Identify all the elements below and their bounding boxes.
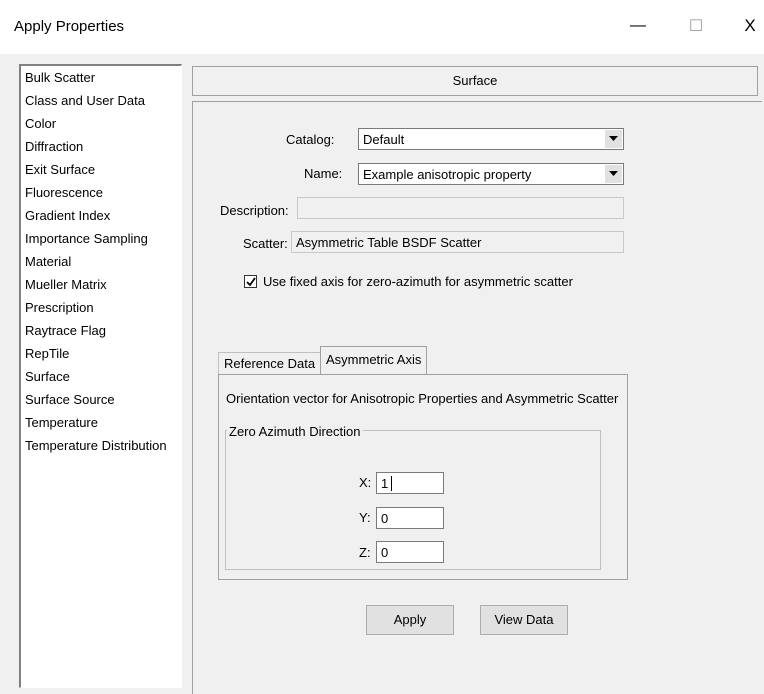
orientation-description: Orientation vector for Anisotropic Prope… bbox=[226, 391, 619, 406]
list-item-class-user-data[interactable]: Class and User Data bbox=[25, 93, 145, 109]
y-label: Y: bbox=[359, 510, 371, 525]
section-header: Surface bbox=[192, 66, 758, 96]
list-item-material[interactable]: Material bbox=[25, 254, 71, 270]
tab-asymmetric-axis[interactable]: Asymmetric Axis bbox=[320, 346, 428, 375]
x-input[interactable]: 1 bbox=[376, 472, 444, 494]
y-value: 0 bbox=[381, 511, 389, 526]
text-cursor bbox=[391, 476, 392, 491]
description-label: Description: bbox=[220, 203, 289, 218]
minimize-button[interactable]: — bbox=[618, 10, 658, 42]
list-item-reptile[interactable]: RepTile bbox=[25, 346, 69, 362]
name-value: Example anisotropic property bbox=[363, 167, 532, 182]
tab-reference-data[interactable]: Reference Data bbox=[218, 352, 322, 374]
chevron-down-icon bbox=[605, 130, 622, 148]
list-item-mueller-matrix[interactable]: Mueller Matrix bbox=[25, 277, 107, 293]
scatter-field: Asymmetric Table BSDF Scatter bbox=[291, 231, 624, 253]
fixed-axis-label[interactable]: Use fixed axis for zero-azimuth for asym… bbox=[263, 274, 573, 289]
list-item-bulk-scatter[interactable]: Bulk Scatter bbox=[25, 70, 95, 86]
catalog-dropdown[interactable]: Default bbox=[358, 128, 624, 150]
check-icon bbox=[245, 276, 256, 286]
list-item-color[interactable]: Color bbox=[25, 116, 56, 132]
minimize-icon: — bbox=[630, 17, 646, 34]
close-button[interactable]: X bbox=[730, 10, 764, 42]
list-item-temperature[interactable]: Temperature bbox=[25, 415, 98, 431]
list-item-fluorescence[interactable]: Fluorescence bbox=[25, 185, 103, 201]
scatter-value: Asymmetric Table BSDF Scatter bbox=[296, 235, 482, 250]
list-item-surface-source[interactable]: Surface Source bbox=[25, 392, 115, 408]
maximize-button[interactable]: ☐ bbox=[676, 10, 716, 42]
maximize-icon: ☐ bbox=[688, 18, 704, 35]
fixed-axis-checkbox[interactable] bbox=[244, 275, 257, 288]
z-input[interactable]: 0 bbox=[376, 541, 444, 563]
name-label: Name: bbox=[304, 166, 343, 181]
catalog-value: Default bbox=[363, 132, 405, 147]
scatter-label: Scatter: bbox=[243, 236, 288, 251]
view-data-button[interactable]: View Data bbox=[480, 605, 568, 635]
apply-button[interactable]: Apply bbox=[366, 605, 454, 635]
name-dropdown[interactable]: Example anisotropic property bbox=[358, 163, 624, 185]
list-item-gradient-index[interactable]: Gradient Index bbox=[25, 208, 110, 224]
list-item-surface[interactable]: Surface bbox=[25, 369, 70, 385]
list-item-diffraction[interactable]: Diffraction bbox=[25, 139, 83, 155]
title-bar: Apply Properties — ☐ X bbox=[0, 0, 764, 54]
close-icon: X bbox=[744, 16, 756, 35]
list-item-exit-surface[interactable]: Exit Surface bbox=[25, 162, 95, 178]
list-item-prescription[interactable]: Prescription bbox=[25, 300, 94, 316]
list-item-raytrace-flag[interactable]: Raytrace Flag bbox=[25, 323, 106, 339]
zero-azimuth-group-label: Zero Azimuth Direction bbox=[227, 424, 363, 439]
list-item-temperature-distribution[interactable]: Temperature Distribution bbox=[25, 438, 167, 454]
property-list[interactable]: Bulk Scatter Class and User Data Color D… bbox=[19, 64, 182, 688]
x-value: 1 bbox=[381, 476, 389, 491]
x-label: X: bbox=[359, 475, 372, 490]
catalog-label: Catalog: bbox=[286, 132, 335, 147]
window-title: Apply Properties bbox=[14, 18, 125, 35]
list-item-importance-sampling[interactable]: Importance Sampling bbox=[25, 231, 148, 247]
z-label: Z: bbox=[359, 545, 371, 560]
chevron-down-icon bbox=[605, 165, 622, 183]
z-value: 0 bbox=[381, 545, 389, 560]
description-field bbox=[297, 197, 624, 219]
y-input[interactable]: 0 bbox=[376, 507, 444, 529]
